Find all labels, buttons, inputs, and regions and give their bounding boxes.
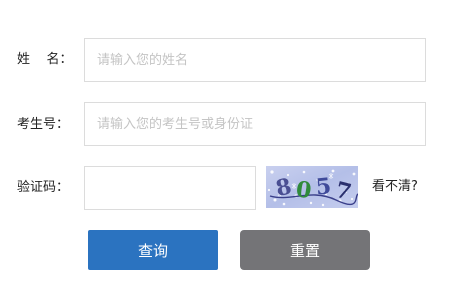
name-label: 姓 名：	[17, 52, 73, 67]
captcha-input[interactable]	[84, 166, 256, 210]
refresh-captcha-link[interactable]: 看不清?	[372, 179, 418, 195]
captcha-char-3: 5	[315, 173, 333, 200]
name-input[interactable]	[84, 38, 426, 82]
exam-number-input[interactable]	[84, 102, 426, 146]
exam-number-label: 考生号：	[17, 117, 70, 132]
captcha-image[interactable]: 8 0 5 7	[266, 166, 358, 208]
reset-button[interactable]: 重置	[240, 230, 370, 270]
captcha-label: 验证码：	[17, 180, 70, 195]
query-button[interactable]: 查询	[88, 230, 218, 270]
